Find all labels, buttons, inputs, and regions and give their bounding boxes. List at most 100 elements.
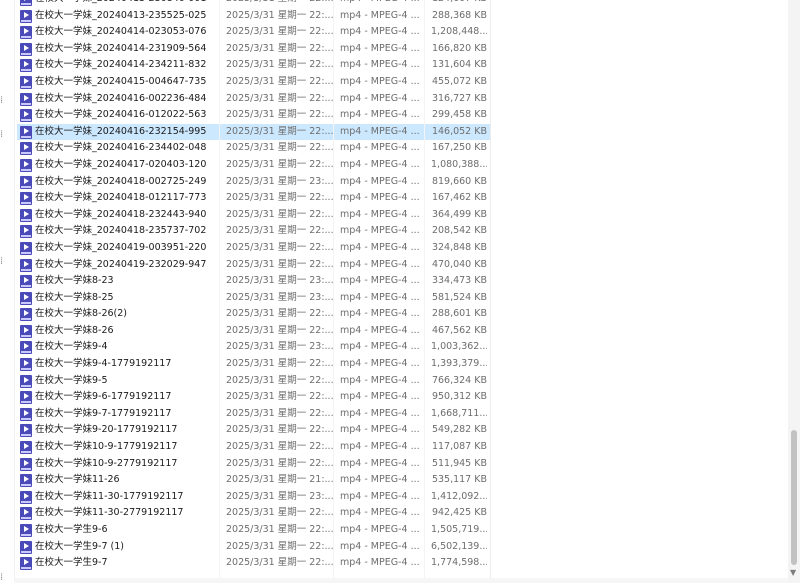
file-name[interactable]: 在校大一学妹9-4	[35, 339, 235, 356]
file-row[interactable]: 在校大一学生9-7 (1) 2025/3/31 星期一 22:... mp4 - M…	[17, 539, 789, 556]
file-row[interactable]: 在校大一学妹_20240416-234402-048 2025/3/31 星期一 …	[17, 140, 789, 157]
file-name[interactable]: 在校大一学妹8-26(2)	[35, 306, 235, 323]
file-row[interactable]: 在校大一学妹_20240418-002725-249 2025/3/31 星期一 …	[17, 174, 789, 191]
file-size: 167,462 KB	[431, 192, 487, 204]
file-type: mp4 - MPEG-4 ...	[340, 241, 420, 253]
file-row[interactable]: 在校大一学生9-7 2025/3/31 星期一 22:... mp4 - MPEG-…	[17, 555, 789, 572]
file-row[interactable]: 在校大一学妹_20240414-231909-564 2025/3/31 星期一 …	[17, 41, 789, 58]
file-name[interactable]: 在校大一学妹_20240416-012022-563	[35, 107, 235, 124]
file-row[interactable]: 在校大一学妹_20240413-235525-025 2025/3/31 星期一 …	[17, 8, 789, 25]
video-file-icon	[20, 208, 32, 222]
file-name[interactable]: 在校大一学妹_20240415-004647-735	[35, 74, 235, 91]
file-row[interactable]: 在校大一学妹9-7-1779192117 2025/3/31 星期一 22:...…	[17, 406, 789, 423]
file-row[interactable]: 在校大一学妹_20240419-232029-947 2025/3/31 星期一 …	[17, 257, 789, 274]
file-row[interactable]: 在校大一学妹8-23 2025/3/31 星期一 23:... mp4 - MPEG…	[17, 273, 789, 290]
file-row[interactable]: 在校大一学妹9-6-1779192117 2025/3/31 星期一 22:...…	[17, 389, 789, 406]
file-name[interactable]: 在校大一学妹_20240416-232154-995	[35, 124, 235, 141]
file-size: 288,368 KB	[431, 9, 487, 21]
file-row[interactable]: 在校大一学妹9-4 2025/3/31 星期一 23:... mp4 - MPEG-…	[17, 339, 789, 356]
file-row[interactable]: 在校大一学妹_20240416-232154-995 2025/3/31 星期一 …	[17, 123, 490, 141]
file-name[interactable]: 在校大一学妹9-7-1779192117	[35, 406, 235, 423]
file-name[interactable]: 在校大一学妹9-4-1779192117	[35, 356, 235, 373]
file-name[interactable]: 在校大一学妹9-6-1779192117	[35, 389, 235, 406]
file-date-modified: 2025/3/31 星期一 23:...	[226, 490, 334, 502]
pin-icon[interactable]: ⁞	[0, 257, 3, 267]
pin-icon[interactable]: ⁞	[0, 573, 3, 583]
video-file-icon	[20, 9, 32, 23]
file-name[interactable]: 在校大一学妹_20240418-235737-702	[35, 223, 235, 240]
file-row[interactable]: 在校大一学妹_20240418-012117-773 2025/3/31 星期一 …	[17, 190, 789, 207]
file-row[interactable]: 在校大一学妹_20240419-003951-220 2025/3/31 星期一 …	[17, 240, 789, 257]
file-row[interactable]: 在校大一学妹_20240418-232443-940 2025/3/31 星期一 …	[17, 207, 789, 224]
file-type: mp4 - MPEG-4 ...	[340, 158, 420, 170]
file-name[interactable]: 在校大一学妹_20240414-231909-564	[35, 41, 235, 58]
file-date-modified: 2025/3/31 星期一 22:...	[226, 42, 334, 54]
file-size: 6,502,139...	[431, 540, 487, 552]
file-name[interactable]: 在校大一学妹_20240416-234402-048	[35, 140, 235, 157]
file-name[interactable]: 在校大一学妹11-26	[35, 472, 235, 489]
file-name[interactable]: 在校大一学妹_20240413-230840-001	[35, 0, 235, 8]
scrollbar-thumb[interactable]	[791, 430, 797, 565]
file-row[interactable]: 在校大一学妹_20240414-023053-076 2025/3/31 星期一 …	[17, 24, 789, 41]
file-name[interactable]: 在校大一学妹_20240419-003951-220	[35, 240, 235, 257]
file-name[interactable]: 在校大一学妹_20240416-002236-484	[35, 91, 235, 108]
file-name[interactable]: 在校大一学妹9-20-1779192117	[35, 422, 235, 439]
file-row[interactable]: 在校大一学妹10-9-2779192117 2025/3/31 星期一 22:..…	[17, 456, 789, 473]
file-row[interactable]: 在校大一学妹_20240418-235737-702 2025/3/31 星期一 …	[17, 223, 789, 240]
file-name[interactable]: 在校大一学妹_20240418-232443-940	[35, 207, 235, 224]
file-name[interactable]: 在校大一学妹11-30-1779192117	[35, 489, 235, 506]
file-row[interactable]: 在校大一学妹10-9-1779192117 2025/3/31 星期一 22:..…	[17, 439, 789, 456]
file-row[interactable]: 在校大一学妹_20240414-234211-832 2025/3/31 星期一 …	[17, 57, 789, 74]
file-name[interactable]: 在校大一学妹10-9-2779192117	[35, 456, 235, 473]
video-file-icon	[20, 175, 32, 189]
file-row[interactable]: 在校大一学妹9-4-1779192117 2025/3/31 星期一 22:...…	[17, 356, 789, 373]
pin-icon[interactable]: ⁞	[0, 130, 3, 140]
vertical-scrollbar[interactable]: ▼	[788, 0, 800, 583]
navigation-pane-edge[interactable]: ⁞ ⁞ ⁞ ⁞	[0, 0, 15, 583]
pin-icon[interactable]: ⁞	[0, 96, 3, 106]
file-size: 288,601 KB	[431, 308, 487, 320]
scroll-down-arrow-icon[interactable]: ▼	[790, 569, 796, 577]
file-name[interactable]: 在校大一学妹_20240418-012117-773	[35, 190, 235, 207]
video-file-icon	[20, 192, 32, 206]
file-name[interactable]: 在校大一学妹8-25	[35, 290, 235, 307]
file-name[interactable]: 在校大一学妹8-26	[35, 323, 235, 340]
file-row[interactable]: 在校大一学妹11-30-2779192117 2025/3/31 星期一 22:.…	[17, 505, 789, 522]
column-divider	[424, 0, 425, 583]
file-name[interactable]: 在校大一学生9-6	[35, 522, 235, 539]
file-name[interactable]: 在校大一学妹10-9-1779192117	[35, 439, 235, 456]
file-name[interactable]: 在校大一学妹_20240417-020403-120	[35, 157, 235, 174]
file-row[interactable]: 在校大一学妹8-26 2025/3/31 星期一 22:... mp4 - MPEG…	[17, 323, 789, 340]
file-row[interactable]: 在校大一学妹_20240413-230840-0012025/3/31 星期一 …	[17, 0, 789, 8]
file-name[interactable]: 在校大一学妹_20240418-002725-249	[35, 174, 235, 191]
file-row[interactable]: 在校大一学妹_20240416-012022-563 2025/3/31 星期一 …	[17, 107, 789, 124]
file-row[interactable]: 在校大一学妹_20240416-002236-484 2025/3/31 星期一 …	[17, 91, 789, 108]
file-type: mp4 - MPEG-4 ...	[340, 474, 420, 486]
file-row[interactable]: 在校大一学妹9-20-1779192117 2025/3/31 星期一 22:..…	[17, 422, 789, 439]
file-size: 299,458 KB	[431, 109, 487, 121]
video-file-icon	[20, 109, 32, 123]
file-name[interactable]: 在校大一学妹_20240414-023053-076	[35, 24, 235, 41]
file-name[interactable]: 在校大一学妹_20240419-232029-947	[35, 257, 235, 274]
file-name[interactable]: 在校大一学妹11-30-2779192117	[35, 505, 235, 522]
file-name[interactable]: 在校大一学妹8-23	[35, 273, 235, 290]
file-name[interactable]: 在校大一学生9-7	[35, 555, 235, 572]
file-row[interactable]: 在校大一学妹_20240417-020403-120 2025/3/31 星期一 …	[17, 157, 789, 174]
file-type: mp4 - MPEG-4 ...	[340, 109, 420, 121]
file-name[interactable]: 在校大一学妹_20240414-234211-832	[35, 57, 235, 74]
file-name[interactable]: 在校大一学生9-7 (1)	[35, 539, 235, 556]
file-row[interactable]: 在校大一学妹9-5 2025/3/31 星期一 22:... mp4 - MPEG-…	[17, 373, 789, 390]
file-name[interactable]: 在校大一学妹9-5	[35, 373, 235, 390]
file-row[interactable]: 在校大一学生9-6 2025/3/31 星期一 22:... mp4 - MPEG-…	[17, 522, 789, 539]
file-type: mp4 - MPEG-4 ...	[340, 192, 420, 204]
file-name[interactable]: 在校大一学妹_20240413-235525-025	[35, 8, 235, 25]
video-file-icon	[20, 407, 32, 421]
file-row[interactable]: 在校大一学妹11-26 2025/3/31 星期一 21:... mp4 - MPE…	[17, 472, 789, 489]
file-row[interactable]: 在校大一学妹8-26(2) 2025/3/31 星期一 22:... mp4 - M…	[17, 306, 789, 323]
file-row[interactable]: 在校大一学妹8-25 2025/3/31 星期一 23:... mp4 - MPEG…	[17, 290, 789, 307]
video-file-icon	[20, 142, 32, 156]
file-row[interactable]: 在校大一学妹11-30-1779192117 2025/3/31 星期一 23:.…	[17, 489, 789, 506]
video-file-icon	[20, 507, 32, 521]
horizontal-scrollbar[interactable]	[14, 578, 788, 583]
file-row[interactable]: 在校大一学妹_20240415-004647-735 2025/3/31 星期一 …	[17, 74, 789, 91]
